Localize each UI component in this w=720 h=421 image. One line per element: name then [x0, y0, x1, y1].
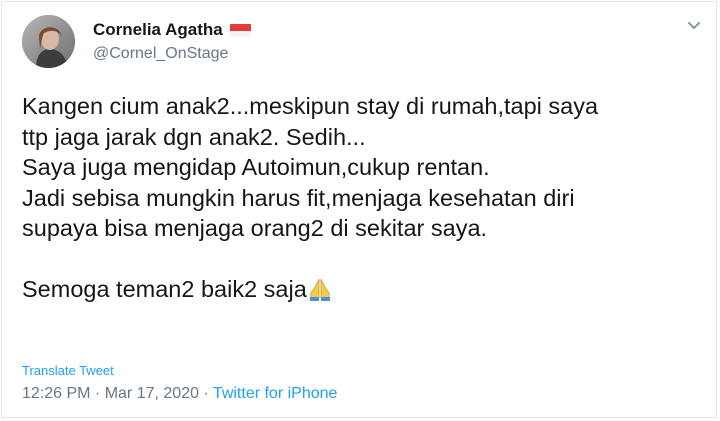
display-name-text: Cornelia Agatha — [93, 20, 223, 39]
display-name[interactable]: Cornelia Agatha — [93, 20, 251, 40]
avatar[interactable] — [22, 15, 75, 68]
tweet-time[interactable]: 12:26 PM — [22, 385, 90, 402]
tweet-date[interactable]: Mar 17, 2020 — [105, 385, 199, 402]
user-handle[interactable]: @Cornel_OnStage — [93, 45, 228, 63]
meta-separator: · — [198, 385, 213, 402]
tweet-line: Semoga teman2 baik2 saja — [22, 276, 307, 302]
tweet-card: Cornelia Agatha @Cornel_OnStage Kangen c… — [1, 1, 717, 418]
folded-hands-icon — [307, 276, 333, 302]
translate-tweet-link[interactable]: Translate Tweet — [22, 363, 114, 378]
chevron-down-icon[interactable] — [684, 15, 704, 35]
tweet-metadata: 12:26 PM · Mar 17, 2020 · Twitter for iP… — [22, 385, 337, 403]
tweet-line: ttp jaga jarak dgn anak2. Sedih... — [22, 123, 366, 150]
meta-separator: · — [90, 385, 105, 402]
tweet-text: Kangen cium anak2...meskipun stay di rum… — [22, 91, 712, 305]
indonesia-flag-icon — [229, 23, 251, 37]
tweet-line: Kangen cium anak2...meskipun stay di rum… — [22, 93, 599, 119]
tweet-line: Jadi sebisa mungkin harus fit,menjaga ke… — [22, 184, 575, 211]
tweet-source-link[interactable]: Twitter for iPhone — [213, 385, 338, 402]
tweet-line: supaya bisa menjaga orang2 di sekitar sa… — [22, 215, 488, 241]
tweet-line-last: Semoga teman2 baik2 saja — [22, 274, 712, 305]
tweet-line: Saya juga mengidap Autoimun,cukup rentan… — [22, 154, 490, 180]
